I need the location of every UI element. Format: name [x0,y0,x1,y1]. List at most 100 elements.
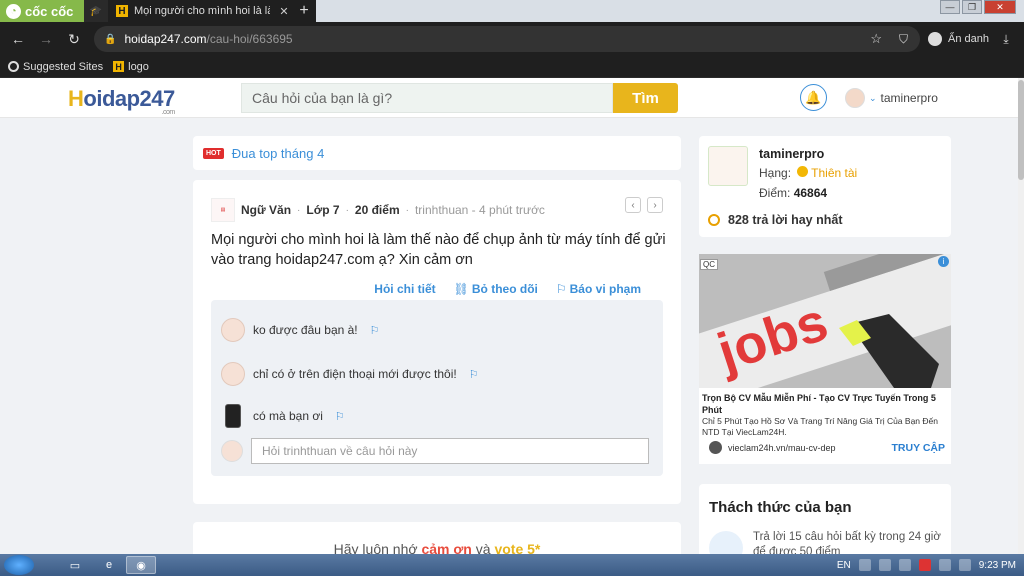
profile-rank: Hạng: Thiên tài [759,166,858,180]
ad-domain[interactable]: vieclam24h.vn/mau-cv-dep [728,443,836,453]
incognito-indicator[interactable]: Ẩn danh [928,22,989,56]
new-tab-button[interactable]: + [292,0,316,22]
site-logo[interactable]: Hoidap247 .com [68,86,175,116]
lock-icon: 🔒 [104,33,117,45]
question-grade[interactable]: Lớp 7 [306,203,339,217]
download-icon[interactable]: ⤓ [996,22,1016,56]
ad-title[interactable]: Trọn Bộ CV Mẫu Miễn Phí - Tạo CV Trực Tu… [702,392,948,416]
unfollow-link[interactable]: ⛓ Bỏ theo dõi [454,282,538,296]
volume-icon[interactable] [958,559,971,571]
page-scrollbar[interactable] [1018,78,1024,554]
flag-icon[interactable]: ⚐ [370,324,380,337]
question-nav: ‹ › [625,197,663,213]
coccoc-menu-button[interactable]: ◔ cốc cốc [0,0,84,22]
logo-text: oidap247 [83,86,175,111]
ask-detail-link[interactable]: Hỏi chi tiết [374,282,435,296]
avatar [845,88,865,108]
logo-letter: H [68,86,84,111]
prev-question-icon[interactable]: ‹ [625,197,641,213]
adblock-shield-icon[interactable]: ⛉ [899,32,908,47]
question-meta: ▤ Ngữ Văn · Lớp 7 · 20 điểm · trinhthuan… [211,198,545,222]
os-taskbar: ▭ e ◉ EN 9:23 PM [0,554,1024,576]
comment-input[interactable]: Hỏi trinhthuan về câu hỏi này [251,438,649,464]
question-points: 20 điểm [354,203,400,217]
globe-icon [709,441,722,454]
hoidap-favicon-icon: H [113,61,125,72]
avatar [221,440,243,462]
avatar[interactable] [708,146,748,186]
notification-bell-icon[interactable]: 🔔 [800,84,827,111]
reload-icon[interactable]: ↻ [62,22,86,56]
flag-icon: ⚐ [555,282,567,296]
scrollbar-thumb[interactable] [1018,80,1024,180]
address-toolbar: ← → ↻ 🔒 hoidap247.com/cau-hoi/663695 ☆ ⛉… [0,22,1024,56]
ad-cta-button[interactable]: TRUY CẬP [892,442,945,454]
tray-icon[interactable] [878,559,891,571]
rank-value: Thiên tài [811,166,858,180]
forward-arrow-icon[interactable]: → [34,22,58,56]
avatar[interactable] [225,404,241,428]
window-close-button[interactable]: ✕ [984,0,1016,14]
ad-banner[interactable]: jobs QC i Trọn Bộ CV Mẫu Miễn Phí - Tạo … [699,254,951,464]
antivirus-icon[interactable] [918,559,931,571]
folder-icon[interactable]: ▭ [60,556,90,574]
bookmark-suggested-sites[interactable]: Suggested Sites [8,61,103,73]
url-host: hoidap247.com [124,32,207,46]
network-icon[interactable] [938,559,951,571]
points-value: 46864 [793,186,828,200]
back-arrow-icon[interactable]: ← [6,22,30,56]
user-menu[interactable]: ⌄ taminerpro [845,88,938,108]
browser-tab-bar: ◔ cốc cốc 🎓 H Mọi người cho mình hoi là … [0,0,1024,22]
search-input[interactable]: Câu hỏi của bạn là gì? [241,83,613,113]
url-bar[interactable]: 🔒 hoidap247.com/cau-hoi/663695 ☆ ⛉ [94,26,920,52]
question-text: Mọi người cho mình hoi là làm thế nào để… [211,232,666,268]
hot-link[interactable]: Đua top tháng 4 [232,146,325,161]
tray-icon[interactable] [898,559,911,571]
hoidap-favicon-icon: H [116,5,128,17]
language-indicator[interactable]: EN [837,560,851,571]
tab-close-icon[interactable]: ✕ [276,5,292,18]
maximize-button[interactable]: ❐ [962,0,982,14]
medal-icon [797,166,809,177]
bookmark-label: Suggested Sites [23,60,104,73]
tab-active[interactable]: H Mọi người cho mình hoi là làm ✕ [108,0,292,22]
profile-username[interactable]: taminerpro [759,147,824,161]
flag-icon[interactable]: ⚐ [335,410,345,423]
window-controls: — ❐ ✕ [940,0,1016,14]
comment-composer: Hỏi trinhthuan về câu hỏi này [221,438,649,464]
flag-icon[interactable]: ⚐ [469,368,479,381]
minimize-button[interactable]: — [940,0,960,14]
challenge-card: Thách thức của bạn Trả lời 15 câu hỏi bấ… [699,484,951,565]
comment-text: có mà bạn ơi [253,409,323,423]
ad-description: Chỉ 5 Phút Tạo Hồ Sơ Và Trang Trí Nâng G… [702,416,938,437]
bookmark-star-icon[interactable]: ☆ [870,31,882,47]
ad-image[interactable]: jobs [699,254,951,388]
incognito-label: Ẩn danh [948,33,989,45]
question-asker-time[interactable]: trinhthuan - 4 phút trước [415,203,545,217]
avatar[interactable] [221,318,245,342]
ad-footer: vieclam24h.vn/mau-cv-dep TRUY CẬP [709,441,945,454]
url-path: /cau-hoi/663695 [206,32,293,46]
incognito-icon [928,32,942,46]
site-header: Hoidap247 .com Câu hỏi của bạn là gì? Tì… [0,78,1018,118]
ad-info-icon[interactable]: i [938,256,949,267]
coccoc-taskbar-icon[interactable]: ◉ [126,556,156,574]
comment-item: chỉ có ở trên điện thoại mới được thôi! … [221,362,479,386]
report-link[interactable]: ⚐ Báo vi phạm [556,282,641,296]
tray-icon[interactable] [858,559,871,571]
search-button[interactable]: Tìm [613,83,678,113]
next-question-icon[interactable]: › [647,197,663,213]
clock[interactable]: 9:23 PM [979,560,1016,571]
incognito-tab[interactable]: 🎓 [84,0,108,22]
start-button[interactable] [4,555,34,575]
incognito-tab-icon: 🎓 [89,5,103,17]
hot-badge: HOT [203,147,224,159]
tab-title: Mọi người cho mình hoi là làm [134,5,270,17]
ie-icon[interactable]: e [94,556,124,574]
bookmark-logo[interactable]: H logo [113,61,149,73]
subject-icon: ▤ [211,198,235,222]
question-subject[interactable]: Ngữ Văn [241,203,291,217]
bookmark-label: logo [128,60,149,73]
hot-banner: HOT Đua top tháng 4 [193,136,681,170]
avatar[interactable] [221,362,245,386]
